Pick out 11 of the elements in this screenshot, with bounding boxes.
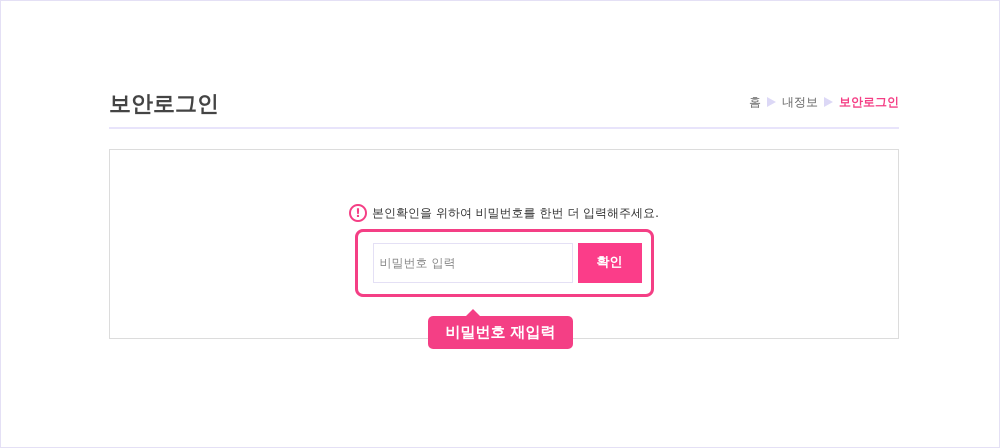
password-field[interactable]: 비밀번호 입력 <box>372 243 572 283</box>
warning-icon: ! <box>349 204 368 222</box>
confirm-button[interactable]: 확인 <box>578 243 642 283</box>
triangle-icon <box>767 97 776 107</box>
breadcrumb-link[interactable]: 보안로그인 <box>839 93 899 111</box>
breadcrumb-link[interactable]: 홈 <box>749 93 761 111</box>
callout-pointer <box>466 309 480 316</box>
triangle-icon <box>824 97 833 107</box>
notice-text: 본인확인을 위하여 비밀번호를 한번 더 입력해주세요. <box>372 205 659 222</box>
page-title: 보안로그인 <box>109 91 219 119</box>
breadcrumb-link[interactable]: 내정보 <box>782 93 818 111</box>
